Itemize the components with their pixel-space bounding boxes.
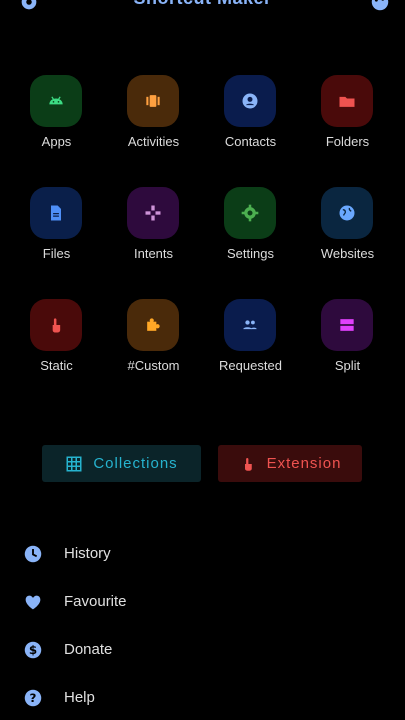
tile-icon-box: [224, 187, 276, 239]
tile-settings[interactable]: Settings: [202, 187, 299, 287]
extension-button[interactable]: Extension: [218, 445, 362, 482]
tile-label: Files: [42, 246, 71, 261]
puzzle-icon: [147, 318, 160, 331]
globe-icon: [339, 205, 355, 221]
tile-icon-box: [321, 299, 373, 351]
dollar-icon: $: [24, 641, 42, 659]
tile-split[interactable]: Split: [299, 299, 396, 399]
menu-item-label: Favourite: [64, 593, 127, 610]
tile-activities[interactable]: Activities: [105, 75, 202, 175]
top-bar: Shortcut Maker: [0, 0, 405, 14]
tile-requested[interactable]: Requested: [202, 299, 299, 399]
menu-item-label: Donate: [64, 641, 113, 658]
palette-icon[interactable]: [369, 0, 391, 13]
activities-icon: [146, 95, 160, 107]
file-icon: [51, 205, 61, 221]
tile-label: Intents: [133, 246, 174, 261]
menu-item-help[interactable]: ? Help: [0, 678, 405, 718]
folder-icon: [339, 96, 355, 107]
tile-apps[interactable]: Apps: [8, 75, 105, 175]
android-icon: [49, 96, 63, 105]
tile-icon-box: [30, 299, 82, 351]
menu-item-favourite[interactable]: Favourite: [0, 582, 405, 622]
tile-folders[interactable]: Folders: [299, 75, 396, 175]
tile-icon-box: [224, 75, 276, 127]
split-icon: [340, 319, 354, 331]
tile-intents[interactable]: Intents: [105, 187, 202, 287]
tile-label: Contacts: [224, 134, 277, 149]
app-title: Shortcut Maker: [0, 0, 405, 9]
tile-label: Requested: [219, 358, 282, 373]
menu-item-label: History: [64, 545, 111, 562]
tile-websites[interactable]: Websites: [299, 187, 396, 287]
menu-item-history[interactable]: History: [0, 534, 405, 574]
svg-text:?: ?: [30, 691, 37, 705]
tile-label: Static: [40, 358, 73, 373]
help-icon: ?: [24, 689, 42, 707]
tile-icon-box: [30, 75, 82, 127]
contact-icon: [242, 93, 258, 109]
clock-icon: [24, 545, 42, 563]
tile-static[interactable]: Static: [8, 299, 105, 399]
tile-icon-box: [127, 75, 179, 127]
menu-item-donate[interactable]: $ Donate: [0, 630, 405, 670]
collections-label: Collections: [93, 455, 178, 472]
tile-icon-box: [127, 299, 179, 351]
tile-label: Activities: [127, 134, 180, 149]
tile-files[interactable]: Files: [8, 187, 105, 287]
touch-icon: [244, 457, 252, 471]
tile-icon-box: [224, 299, 276, 351]
tile-label: #Custom: [127, 358, 180, 373]
tile-label: Folders: [325, 134, 370, 149]
tile-label: Apps: [41, 134, 72, 149]
grid-icon: [66, 456, 82, 471]
tile-label: Websites: [320, 246, 375, 261]
tile-contacts[interactable]: Contacts: [202, 75, 299, 175]
tile-icon-box: [30, 187, 82, 239]
tile-icon-box: [127, 187, 179, 239]
tile-label: Settings: [227, 246, 274, 261]
tile-custom[interactable]: #Custom: [105, 299, 202, 399]
menu-item-label: Help: [64, 689, 95, 706]
tile-icon-box: [321, 187, 373, 239]
tile-label: Split: [334, 358, 361, 373]
collections-button[interactable]: Collections: [42, 445, 201, 482]
extension-label: Extension: [266, 455, 342, 472]
tile-icon-box: [321, 75, 373, 127]
gear-icon: [241, 204, 259, 222]
heart-icon: [25, 595, 41, 610]
svg-text:$: $: [29, 643, 37, 657]
group-icon: [243, 320, 257, 330]
gamepad-icon: [145, 205, 161, 221]
touch-icon: [52, 318, 61, 333]
